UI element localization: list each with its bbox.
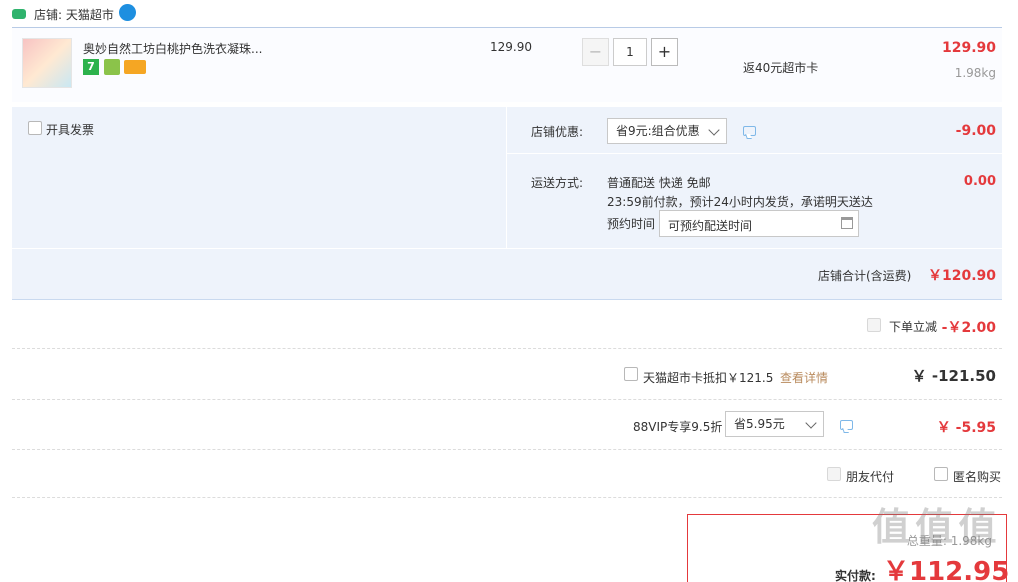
discount-label: 店铺优惠:: [531, 125, 584, 139]
quantity-minus-button[interactable]: −: [582, 38, 609, 66]
discount-selected: 省9元:组合优惠: [616, 124, 700, 138]
delivery-label: 运送方式:: [531, 176, 584, 190]
row-divider: [12, 248, 1002, 249]
tmall-logo-icon: [12, 9, 26, 19]
quantity-input[interactable]: 1: [613, 38, 647, 66]
seven-day-return-badge: 7: [83, 59, 99, 75]
row-divider: [12, 449, 1002, 450]
item-row: 奥妙自然工坊白桃护色洗衣凝珠... 7 129.90 − 1 + 返40元超市卡…: [12, 28, 1002, 102]
schedule-input[interactable]: 可预约配送时间: [659, 210, 859, 237]
message-icon[interactable]: [743, 126, 756, 136]
order-reduce-label: 下单立减: [889, 320, 938, 334]
chevron-down-icon: [708, 124, 720, 136]
card-deduct-amount: ￥ -121.50: [911, 367, 996, 385]
row-divider: [12, 399, 1002, 400]
invoice-checkbox[interactable]: [28, 121, 42, 135]
delivery-amount: 0.00: [963, 174, 996, 189]
calendar-icon[interactable]: [841, 217, 853, 229]
order-reduce-checkbox: [867, 318, 881, 332]
rebate-text: 返40元超市卡: [743, 61, 819, 75]
vip-label: 88VIP专享9.5折: [633, 420, 723, 434]
product-thumbnail[interactable]: [22, 38, 72, 88]
vip-amount: ￥ -5.95: [936, 420, 996, 436]
invoice-label: 开具发票: [46, 123, 95, 137]
shop-total-amount: ￥120.90: [927, 268, 996, 284]
discount-amount: -9.00: [955, 123, 996, 139]
schedule-label: 预约时间: [607, 217, 656, 231]
item-weight: 1.98kg: [954, 66, 996, 80]
unit-price: 129.90: [490, 40, 532, 54]
quantity-stepper: − 1 +: [582, 38, 678, 66]
product-title[interactable]: 奥妙自然工坊白桃护色洗衣凝珠...: [83, 40, 262, 57]
message-icon[interactable]: [840, 420, 853, 430]
card-deduct-checkbox[interactable]: [624, 367, 638, 381]
quantity-plus-button[interactable]: +: [651, 38, 678, 66]
row-divider: [12, 348, 1002, 349]
anonymous-label: 匿名购买: [953, 470, 1002, 484]
card-detail-link[interactable]: 查看详情: [780, 369, 828, 386]
chevron-down-icon: [805, 417, 817, 429]
vip-select[interactable]: 省5.95元: [725, 411, 824, 437]
row-divider: [12, 497, 1002, 498]
pay-label: 实付款:: [835, 569, 876, 582]
order-reduce-amount: -￥2.00: [941, 320, 996, 336]
service-shield-icon: [104, 59, 120, 75]
item-total: 129.90: [941, 40, 996, 56]
friend-pay-checkbox: [827, 467, 841, 481]
shop-total-label: 店铺合计(含运费): [818, 269, 912, 283]
row-divider: [506, 153, 1002, 154]
watermark: 值 值 值: [872, 505, 996, 549]
pay-amount: ￥112.95: [883, 557, 1010, 582]
anonymous-checkbox[interactable]: [934, 467, 948, 481]
vertical-divider: [506, 107, 507, 248]
vip-selected: 省5.95元: [734, 417, 785, 431]
wangwang-chat-icon[interactable]: [119, 4, 136, 21]
friend-pay-label: 朋友代付: [846, 470, 895, 484]
discount-select[interactable]: 省9元:组合优惠: [607, 118, 727, 144]
card-deduct-label: 天猫超市卡抵扣￥121.5: [643, 371, 774, 385]
card-pay-icon: [124, 60, 146, 74]
delivery-method: 普通配送 快递 免邮: [607, 176, 711, 190]
delivery-promise: 23:59前付款，预计24小时内发货，承诺明天送达: [607, 195, 873, 209]
order-options-panel: 开具发票 店铺优惠: 省9元:组合优惠 -9.00 运送方式: 普通配送 快递 …: [12, 107, 1002, 300]
shop-name[interactable]: 店铺: 天猫超市: [34, 6, 114, 23]
schedule-value: 可预约配送时间: [668, 219, 753, 233]
